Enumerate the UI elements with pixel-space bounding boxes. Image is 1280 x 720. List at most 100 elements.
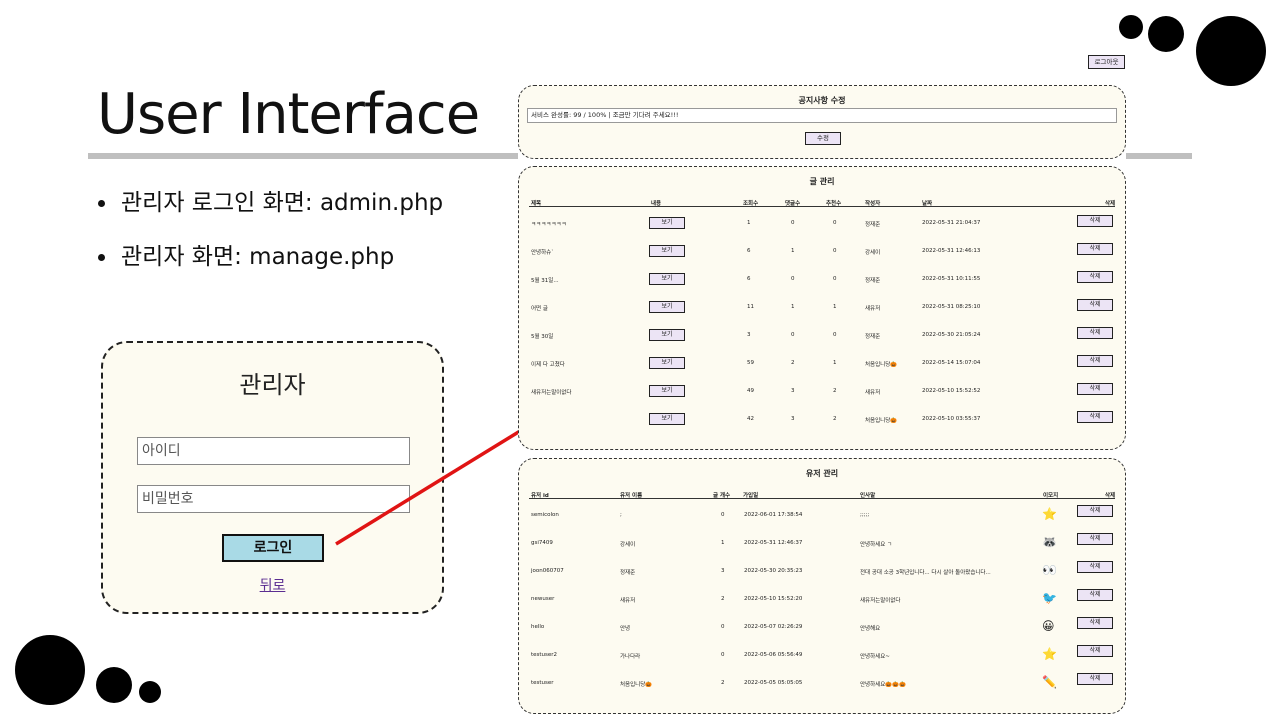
joined-cell: 2022-05-31 12:46:37 xyxy=(744,540,803,546)
table-row: 안녕하슈` 보기 6 1 0 강세이 2022-05-31 12:46:13 삭제 xyxy=(529,243,1115,263)
posts-panel: 글 관리 제목 내용 조회수 댓글수 추천수 작성자 날짜 삭제 ㅋㅋㅋㅋㅋㅋㅋ… xyxy=(518,166,1126,450)
post-title-cell: 이제 다 고쳤다 xyxy=(531,362,565,368)
delete-post-button[interactable]: 삭제 xyxy=(1077,299,1113,311)
delete-user-button[interactable]: 삭제 xyxy=(1077,589,1113,601)
post-count-cell: 2 xyxy=(721,596,725,602)
table-row: joon060707 정재준 3 2022-05-30 20:35:23 전대 공대 소… xyxy=(529,561,1115,581)
post-title-cell: 5월 30일 xyxy=(531,334,554,340)
post-count-cell: 2 xyxy=(721,680,725,686)
date-cell: 2022-05-14 15:07:04 xyxy=(922,360,981,366)
delete-post-button[interactable]: 삭제 xyxy=(1077,355,1113,367)
greeting-cell: 전대 공대 소공 3학년입니다... 다시 살아 돌아왔습니다... xyxy=(860,570,991,576)
delete-user-button[interactable]: 삭제 xyxy=(1077,645,1113,657)
delete-post-button[interactable]: 삭제 xyxy=(1077,271,1113,283)
view-button[interactable]: 보기 xyxy=(649,413,685,425)
post-title-cell: ㅋㅋㅋㅋㅋㅋㅋ xyxy=(531,222,567,228)
header-cell: 작성자 xyxy=(865,201,881,207)
user-emoji-icon: 😀 xyxy=(1042,619,1055,633)
user-emoji-icon: 👀 xyxy=(1042,563,1057,577)
header-cell: 조회수 xyxy=(743,201,759,207)
joined-cell: 2022-05-07 02:26:29 xyxy=(744,624,803,630)
greeting-cell: 안녕하세요 ㄱ xyxy=(860,542,893,548)
date-cell: 2022-05-31 12:46:13 xyxy=(922,248,981,254)
users-header-row: 유저 id 유저 이름 글 개수 가입일 인사말 이모지 삭제 xyxy=(529,489,1115,499)
author-cell: 새유저 xyxy=(865,306,881,312)
table-row: testuser2 가나다라 0 2022-05-06 05:56:49 안녕하세요~ ⭐… xyxy=(529,645,1115,665)
view-button[interactable]: 보기 xyxy=(649,301,685,313)
delete-user-button[interactable]: 삭제 xyxy=(1077,533,1113,545)
date-cell: 2022-05-10 15:52:52 xyxy=(922,388,981,394)
header-cell: 댓글수 xyxy=(785,201,801,207)
views-cell: 59 xyxy=(747,360,754,366)
header-cell: 삭제 xyxy=(1105,493,1116,499)
delete-post-button[interactable]: 삭제 xyxy=(1077,383,1113,395)
user-id-cell: testuser xyxy=(531,680,554,686)
table-row: hello 안녕 0 2022-05-07 02:26:29 안녕해요 😀 삭제 xyxy=(529,617,1115,637)
view-button[interactable]: 보기 xyxy=(649,245,685,257)
user-id-cell: joon060707 xyxy=(531,568,564,574)
delete-post-button[interactable]: 삭제 xyxy=(1077,243,1113,255)
notice-panel: 공지사항 수정 서비스 완성률: 99 / 100% | 조금만 기다려 주세요… xyxy=(518,85,1126,159)
logout-button[interactable]: 로그아웃 xyxy=(1088,55,1125,69)
views-cell: 3 xyxy=(747,332,751,338)
delete-user-button[interactable]: 삭제 xyxy=(1077,617,1113,629)
greeting-cell: 안녕해요 xyxy=(860,626,881,632)
views-cell: 6 xyxy=(747,276,751,282)
post-count-cell: 0 xyxy=(721,652,725,658)
post-title-cell: 5월 31일... xyxy=(531,278,559,284)
comments-cell: 3 xyxy=(791,416,795,422)
view-button[interactable]: 보기 xyxy=(649,385,685,397)
header-cell: 글 개수 xyxy=(713,493,731,499)
user-name-cell: 가나다라 xyxy=(620,654,641,660)
likes-cell: 1 xyxy=(833,304,837,310)
comments-cell: 0 xyxy=(791,220,795,226)
comments-cell: 2 xyxy=(791,360,795,366)
table-row: 5월 30일 보기 3 0 0 정재준 2022-05-30 21:05:24 삭제 xyxy=(529,327,1115,347)
delete-user-button[interactable]: 삭제 xyxy=(1077,505,1113,517)
table-row: testuser 처음입니당🎃 2 2022-05-05 05:05:05 안녕하세요🎃… xyxy=(529,673,1115,693)
header-cell: 가입일 xyxy=(743,493,759,499)
user-name-cell: 정재준 xyxy=(620,570,636,576)
greeting-cell: 새유저는말이없다 xyxy=(860,598,901,604)
user-emoji-icon: ✏️ xyxy=(1042,675,1057,689)
view-button[interactable]: 보기 xyxy=(649,357,685,369)
delete-user-button[interactable]: 삭제 xyxy=(1077,561,1113,573)
users-title: 유저 관리 xyxy=(805,469,839,478)
posts-title: 글 관리 xyxy=(809,177,835,186)
joined-cell: 2022-05-06 05:56:49 xyxy=(744,652,803,658)
likes-cell: 1 xyxy=(833,360,837,366)
view-button[interactable]: 보기 xyxy=(649,329,685,341)
user-emoji-icon: 🦝 xyxy=(1042,535,1057,549)
views-cell: 6 xyxy=(747,248,751,254)
table-row: semicolon; 0 2022-06-01 17:38:54;;;;; ⭐ 삭제 xyxy=(529,505,1115,525)
likes-cell: 0 xyxy=(833,220,837,226)
user-emoji-icon: ⭐ xyxy=(1042,507,1057,521)
table-row: 5월 31일... 보기 6 0 0 정재준 2022-05-31 10:11:55 삭제 xyxy=(529,271,1115,291)
views-cell: 42 xyxy=(747,416,754,422)
header-cell: 날짜 xyxy=(922,201,933,207)
delete-post-button[interactable]: 삭제 xyxy=(1077,215,1113,227)
user-name-cell: 안녕 xyxy=(620,626,631,632)
delete-user-button[interactable]: 삭제 xyxy=(1077,673,1113,685)
user-name-cell: ; xyxy=(620,512,622,518)
greeting-cell: ;;;;; xyxy=(860,512,870,518)
header-cell: 내용 xyxy=(651,201,662,207)
table-row: 새유저는말이없다 보기 49 3 2 새유저 2022-05-10 15:52:52 삭제 xyxy=(529,383,1115,403)
likes-cell: 0 xyxy=(833,332,837,338)
user-id-cell: testuser2 xyxy=(531,652,558,658)
joined-cell: 2022-05-05 05:05:05 xyxy=(744,680,803,686)
view-button[interactable]: 보기 xyxy=(649,273,685,285)
notice-submit-button[interactable]: 수정 xyxy=(805,132,841,145)
post-count-cell: 1 xyxy=(721,540,725,546)
user-id-cell: newuser xyxy=(531,596,555,602)
author-cell: 강세이 xyxy=(865,250,881,256)
view-button[interactable]: 보기 xyxy=(649,217,685,229)
user-name-cell: 강세이 xyxy=(620,542,636,548)
notice-input[interactable]: 서비스 완성률: 99 / 100% | 조금만 기다려 주세요!!! xyxy=(527,108,1117,123)
post-count-cell: 3 xyxy=(721,568,725,574)
delete-post-button[interactable]: 삭제 xyxy=(1077,411,1113,423)
table-row: ㅋㅋㅋㅋㅋㅋㅋ 보기 1 0 0 정재준 2022-05-31 21:04:37 삭제 xyxy=(529,215,1115,235)
delete-post-button[interactable]: 삭제 xyxy=(1077,327,1113,339)
notice-title: 공지사항 수정 xyxy=(798,96,846,105)
joined-cell: 2022-05-30 20:35:23 xyxy=(744,568,803,574)
